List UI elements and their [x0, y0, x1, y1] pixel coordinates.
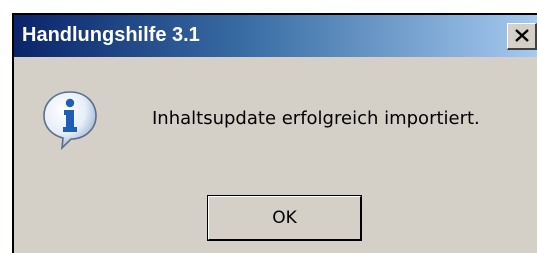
ok-button[interactable]: OK [207, 195, 362, 241]
message-text: Inhaltsupdate erfolgreich importiert. [152, 108, 480, 129]
info-icon [43, 91, 97, 151]
close-icon [515, 29, 529, 42]
window-title: Handlungshilfe 3.1 [22, 24, 200, 46]
message-dialog: Handlungshilfe 3.1 Inhaltsupdate erfolgr… [12, 13, 537, 253]
title-bar[interactable]: Handlungshilfe 3.1 [14, 15, 537, 57]
ok-button-label: OK [272, 208, 297, 228]
close-button[interactable] [507, 23, 537, 50]
